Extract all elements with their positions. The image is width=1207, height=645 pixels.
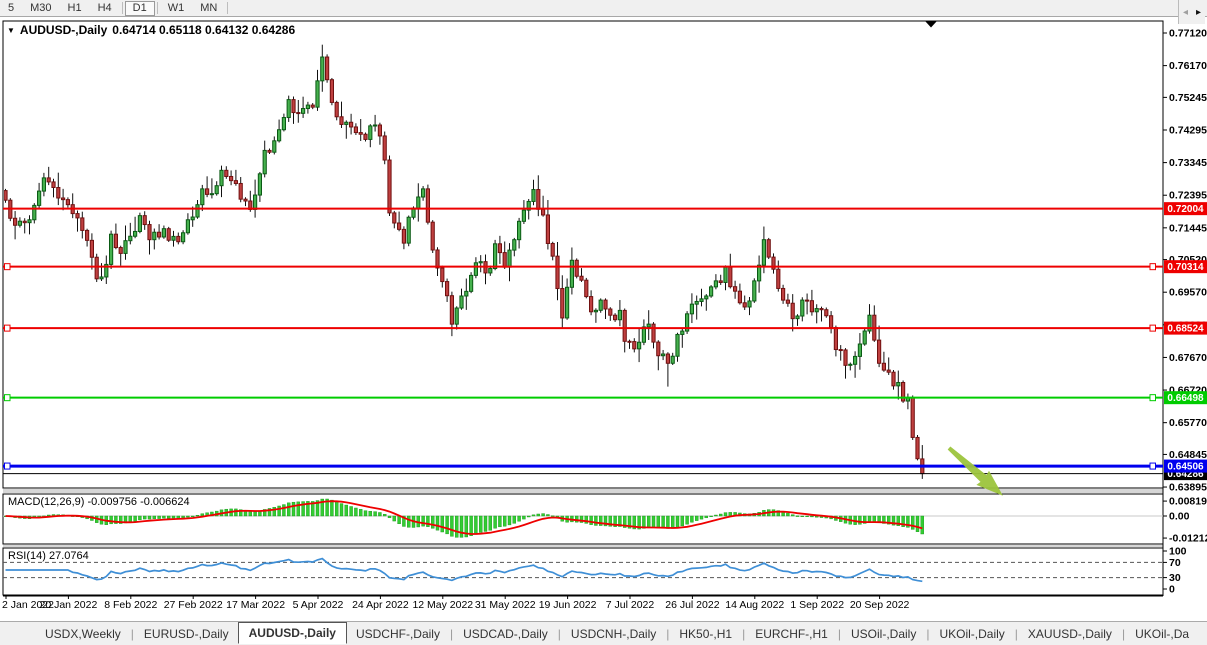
- hline-handle[interactable]: [5, 395, 11, 401]
- chart-area: 0.77120 0.76170 0.75245 0.74295 0.73345 0.723…: [0, 17, 1207, 621]
- hline-price-text: 0.64506: [1167, 462, 1204, 473]
- tabs-scroll-right-icon[interactable]: ▸: [1196, 7, 1201, 18]
- chart-canvas: 0.77120 0.76170 0.75245 0.74295 0.73345 0.723…: [0, 17, 1207, 621]
- date-tick-label: 1 Sep 2022: [790, 599, 844, 611]
- mt4-window: 5M30H1H4 D1 W1MN 0.77120 0.76170 0.75245 0.74…: [0, 0, 1207, 645]
- hline-handle[interactable]: [5, 264, 11, 270]
- toolbar-separator: [227, 2, 228, 14]
- chart-tab-usdchf-daily[interactable]: USDCHF-,Daily: [347, 624, 449, 644]
- chart-title-ohlc: 0.64714 0.65118 0.64132 0.64286: [112, 23, 295, 37]
- rsi-tick-label: 100: [1169, 546, 1187, 558]
- date-tick-label: 17 Mar 2022: [226, 599, 285, 611]
- timeframe-button-m30[interactable]: M30: [22, 1, 59, 15]
- symbol-dropdown-icon[interactable]: ▼: [7, 26, 15, 35]
- chart-tab-usdcad-daily[interactable]: USDCAD-,Daily: [454, 624, 557, 644]
- date-axis-ticks: 2 Jan 202220 Jan 20228 Feb 202227 Feb 20…: [2, 596, 910, 611]
- hline-price-text: 0.68524: [1167, 324, 1204, 335]
- timeframe-button-5[interactable]: 5: [0, 1, 22, 15]
- price-pane: [3, 21, 1163, 488]
- chart-tab-ukoil-da[interactable]: UKOil-,Da: [1126, 624, 1198, 644]
- pane-separator[interactable]: [3, 545, 1163, 547]
- chart-tab-ukoil-daily[interactable]: UKOil-,Daily: [930, 624, 1013, 644]
- date-tick-label: 24 Apr 2022: [352, 599, 409, 611]
- hline-handle[interactable]: [1150, 264, 1156, 270]
- chart-tab-usdx-weekly[interactable]: USDX,Weekly: [36, 624, 130, 644]
- date-tick-label: 7 Jul 2022: [606, 599, 655, 611]
- date-tick-label: 27 Feb 2022: [164, 599, 223, 611]
- price-tick-label: 0.63895: [1169, 482, 1207, 494]
- rsi-tick-label: 70: [1169, 557, 1181, 569]
- hline-handle[interactable]: [1150, 325, 1156, 331]
- price-tick-label: 0.64845: [1169, 449, 1207, 461]
- timeframe-button-h4[interactable]: H4: [90, 1, 120, 15]
- toolbar-separator: [157, 2, 158, 14]
- chart-tab-hk50-h1[interactable]: HK50-,H1: [670, 624, 741, 644]
- macd-indicator-label: MACD(12,26,9) -0.009756 -0.006624: [8, 496, 190, 508]
- chart-tab-eurchf-h1[interactable]: EURCHF-,H1: [746, 624, 837, 644]
- tabs-scroll-left-icon[interactable]: ◂: [1183, 7, 1188, 18]
- hline-handle[interactable]: [1150, 463, 1156, 469]
- chart-tab-eurusd-daily[interactable]: EURUSD-,Daily: [135, 624, 238, 644]
- price-tick-label: 0.73345: [1169, 157, 1207, 169]
- hline-handle[interactable]: [5, 463, 11, 469]
- date-tick-label: 5 Apr 2022: [293, 599, 344, 611]
- hline-price-text: 0.72004: [1167, 204, 1204, 215]
- timeframe-button-d1[interactable]: D1: [125, 1, 155, 16]
- chart-tab-xauusd-daily[interactable]: XAUUSD-,Daily: [1019, 624, 1121, 644]
- rsi-tick-label: 30: [1169, 572, 1181, 584]
- rsi-tick-label: 0: [1169, 584, 1175, 596]
- macd-tick-label: 0.00: [1169, 511, 1190, 523]
- date-tick-label: 26 Jul 2022: [665, 599, 719, 611]
- chart-title: ▼ AUDUSD-,Daily 0.64714 0.65118 0.64132 …: [7, 23, 295, 37]
- price-tick-label: 0.77120: [1169, 28, 1207, 40]
- chart-tab-audusd-daily[interactable]: AUDUSD-,Daily: [238, 622, 347, 644]
- date-tick-label: 20 Sep 2022: [850, 599, 910, 611]
- timeframe-toolbar: 5M30H1H4 D1 W1MN: [0, 0, 1207, 17]
- hline-price-text: 0.66498: [1167, 393, 1204, 404]
- date-tick-label: 14 Aug 2022: [725, 599, 784, 611]
- price-tick-label: 0.72395: [1169, 190, 1207, 202]
- price-tick-label: 0.69570: [1169, 287, 1207, 299]
- macd-tick-label: 0.008197: [1169, 496, 1207, 508]
- timeframe-button-mn[interactable]: MN: [192, 1, 225, 15]
- price-tick-label: 0.67670: [1169, 352, 1207, 364]
- tab-scroll-controls: ◂▸: [1178, 0, 1205, 24]
- price-tick-label: 0.71445: [1169, 222, 1207, 234]
- date-tick-label: 12 May 2022: [412, 599, 473, 611]
- chart-tab-usdcnh-daily[interactable]: USDCNH-,Daily: [562, 624, 665, 644]
- macd-tick-label: -0.012121: [1169, 533, 1207, 545]
- price-tick-label: 0.65770: [1169, 417, 1207, 429]
- chart-title-symbol: AUDUSD-,Daily: [20, 23, 107, 37]
- date-tick-label: 31 May 2022: [475, 599, 536, 611]
- rsi-indicator-label: RSI(14) 27.0764: [8, 550, 89, 562]
- price-tick-label: 0.74295: [1169, 124, 1207, 136]
- date-tick-label: 20 Jan 2022: [39, 599, 97, 611]
- timeframe-button-h1[interactable]: H1: [60, 1, 90, 15]
- toolbar-separator: [122, 2, 123, 14]
- date-tick-label: 8 Feb 2022: [104, 599, 157, 611]
- price-tick-label: 0.76170: [1169, 60, 1207, 72]
- date-tick-label: 19 Jun 2022: [539, 599, 597, 611]
- chart-tab-usoil-daily[interactable]: USOil-,Daily: [842, 624, 925, 644]
- hline-price-text: 0.70314: [1167, 262, 1204, 273]
- timeframe-button-w1[interactable]: W1: [160, 1, 193, 15]
- hline-handle[interactable]: [5, 325, 11, 331]
- price-tick-label: 0.75245: [1169, 92, 1207, 104]
- chart-tabs-bar: USDX,Weekly|EURUSD-,DailyAUDUSD-,DailyUS…: [0, 621, 1207, 645]
- hline-handle[interactable]: [1150, 395, 1156, 401]
